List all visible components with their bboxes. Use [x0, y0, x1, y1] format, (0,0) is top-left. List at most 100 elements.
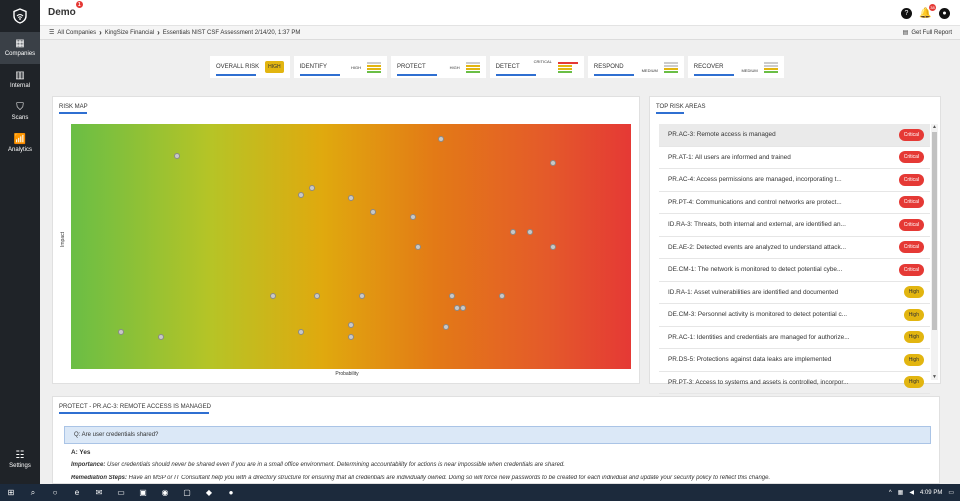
sidebar-item-settings[interactable]: ☷ Settings — [0, 444, 40, 476]
x-axis-label: Probability — [335, 371, 359, 377]
zoom-icon[interactable]: ▢ — [176, 484, 198, 501]
chart-icon: 📶 — [13, 134, 27, 145]
risk-point[interactable] — [308, 184, 315, 191]
chevron-up-icon[interactable]: ^ — [889, 490, 892, 496]
risk-point[interactable] — [549, 160, 556, 167]
risk-level-badge: Critical — [898, 218, 924, 231]
risk-point[interactable] — [370, 209, 377, 216]
risk-point[interactable] — [409, 214, 416, 221]
list-item[interactable]: DE.CM-1: The network is monitored to det… — [659, 259, 930, 282]
risk-point[interactable] — [359, 292, 366, 299]
score-level: HIGH — [350, 64, 361, 70]
risk-point[interactable] — [499, 292, 506, 299]
score-detect[interactable]: DETECT CRITICAL — [489, 56, 584, 78]
list-item[interactable]: PR.PT-3: Access to systems and assets is… — [659, 372, 930, 394]
score-label: RECOVER — [693, 64, 724, 70]
remediation-label: Remediation Steps: — [71, 475, 128, 481]
risk-point[interactable] — [527, 228, 534, 235]
score-overall[interactable]: OVERALL RISK HIGH — [210, 56, 290, 78]
network-icon[interactable]: ▦ — [898, 489, 904, 496]
risk-point[interactable] — [297, 192, 304, 199]
score-identify[interactable]: IDENTIFY HIGH — [293, 56, 387, 78]
score-protect[interactable]: PROTECT HIGH — [390, 56, 486, 78]
risk-point[interactable] — [174, 152, 181, 159]
risk-point[interactable] — [157, 334, 164, 341]
bell-icon[interactable]: 🔔 38 — [919, 4, 936, 19]
breadcrumb-all-companies[interactable]: All Companies — [57, 30, 96, 36]
risk-point[interactable] — [437, 135, 444, 142]
risk-point[interactable] — [448, 292, 455, 299]
sidebar-item-analytics[interactable]: 📶 Analytics — [0, 128, 40, 160]
risk-point[interactable] — [314, 292, 321, 299]
app-title-text: Demo — [48, 7, 76, 18]
risk-item-text: PR.AC-3: Remote access is managed — [668, 131, 776, 139]
list-item[interactable]: PR.AT-1: All users are informed and trai… — [659, 147, 930, 169]
risk-point[interactable] — [443, 324, 450, 331]
top-risk-title: TOP RISK AREAS — [656, 104, 706, 110]
risk-point[interactable] — [348, 334, 354, 341]
clock-text[interactable]: 4:09 PM — [920, 490, 942, 496]
scroll-thumb[interactable] — [932, 132, 937, 330]
chrome-icon[interactable]: ◉ — [154, 484, 176, 501]
store-icon[interactable]: ▣ — [132, 484, 154, 501]
score-label: RESPOND — [593, 64, 624, 70]
risk-point[interactable] — [348, 321, 354, 328]
score-label: IDENTIFY — [299, 64, 327, 70]
risk-list: PR.AC-3: Remote access is managed Critica… — [659, 124, 930, 394]
list-item[interactable]: PR.AC-1: Identities and credentials are … — [659, 327, 930, 349]
powerpoint-icon[interactable]: ● — [220, 484, 242, 501]
risk-point[interactable] — [415, 243, 422, 250]
risk-item-text: PR.DS-5: Protections against data leaks … — [668, 356, 832, 364]
outlook-icon[interactable]: ✉ — [88, 484, 110, 501]
risk-level-badge: Critical — [898, 151, 924, 164]
risk-point[interactable] — [454, 304, 461, 311]
windows-start-icon[interactable]: ⊞ — [0, 484, 22, 501]
user-icon[interactable]: ● — [939, 8, 950, 19]
list-item[interactable]: PR.AC-3: Remote access is managed Critica… — [659, 124, 930, 147]
risk-level-badge: High — [903, 286, 924, 299]
list-item[interactable]: PR.PT-4: Communications and control netw… — [659, 192, 930, 214]
question-box: Q: Are user credentials shared? — [64, 426, 931, 444]
notification-center-icon[interactable]: ▭ — [948, 489, 954, 496]
sidebar-item-label: Settings — [9, 463, 31, 469]
app-icon[interactable]: ◆ — [198, 484, 220, 501]
list-item[interactable]: DE.CM-3: Personnel activity is monitored… — [659, 304, 930, 327]
risk-point[interactable] — [348, 194, 354, 201]
task-view-icon[interactable]: ○ — [44, 484, 66, 501]
risk-point[interactable] — [460, 304, 466, 311]
scroll-up-icon[interactable]: ▲ — [931, 124, 938, 130]
search-icon[interactable]: ⌕ — [22, 484, 44, 501]
risk-point[interactable] — [549, 243, 556, 250]
detail-title: PROTECT - PR.AC-3: REMOTE ACCESS IS MANA… — [59, 404, 211, 410]
risk-point[interactable] — [118, 329, 125, 336]
risk-point[interactable] — [269, 292, 276, 299]
risk-point[interactable] — [297, 329, 304, 336]
sidebar-item-companies[interactable]: ▦ Companies — [0, 32, 40, 64]
app-title[interactable]: Demo 1 — [48, 1, 83, 18]
risk-item-text: ID.RA-1: Asset vulnerabilities are ident… — [668, 288, 839, 296]
app-logo[interactable] — [0, 0, 40, 32]
breadcrumb: ☰ All Companies › KingSize Financial › E… — [40, 26, 960, 40]
chevron-right-icon: › — [157, 28, 160, 37]
get-full-report-button[interactable]: ▤ Get Full Report — [903, 29, 952, 37]
risk-point[interactable] — [510, 228, 517, 235]
list-item[interactable]: DE.AE-2: Detected events are analyzed to… — [659, 237, 930, 259]
score-level: MEDIUM — [641, 67, 658, 73]
scrollbar[interactable]: ▲ ▼ — [931, 124, 938, 380]
list-item[interactable]: PR.AC-4: Access permissions are managed,… — [659, 169, 930, 192]
detail-panel: PROTECT - PR.AC-3: REMOTE ACCESS IS MANA… — [52, 396, 940, 484]
score-respond[interactable]: RESPOND MEDIUM — [587, 56, 684, 78]
sidebar-item-scans[interactable]: ⛉ Scans — [0, 96, 40, 128]
breadcrumb-company[interactable]: KingSize Financial — [105, 30, 154, 36]
volume-icon[interactable]: ◀ — [909, 489, 914, 496]
list-item[interactable]: PR.DS-5: Protections against data leaks … — [659, 349, 930, 372]
scroll-down-icon[interactable]: ▼ — [931, 374, 938, 380]
sidebar-item-internal[interactable]: ▥ Internal — [0, 64, 40, 96]
score-recover[interactable]: RECOVER MEDIUM — [687, 56, 784, 78]
help-icon[interactable]: ? — [901, 8, 912, 19]
explorer-icon[interactable]: ▭ — [110, 484, 132, 501]
shield-icon: ⛉ — [16, 102, 24, 113]
list-item[interactable]: ID.RA-3: Threats, both internal and exte… — [659, 214, 930, 237]
edge-icon[interactable]: e — [66, 484, 88, 501]
list-item[interactable]: ID.RA-1: Asset vulnerabilities are ident… — [659, 282, 930, 304]
